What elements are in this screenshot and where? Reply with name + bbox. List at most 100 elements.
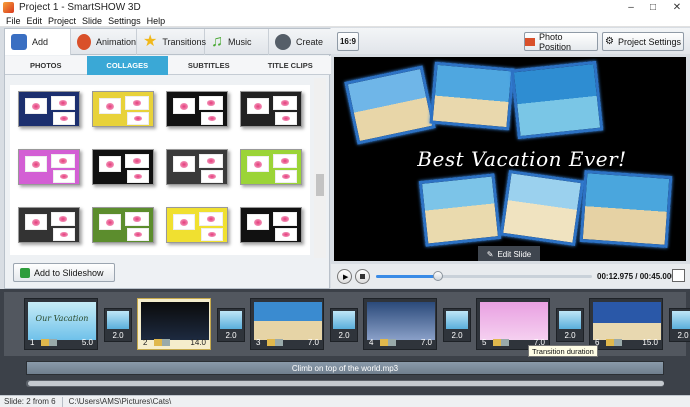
app-icon	[3, 2, 14, 13]
collage-photo-placeholder	[201, 170, 223, 183]
slide-counter: Slide: 2 from 6	[4, 397, 56, 406]
playback-knob[interactable]	[433, 271, 444, 281]
tab-transitions[interactable]: ★ Transitions	[137, 29, 207, 55]
subtab-subtitles[interactable]: SUBTITLES	[168, 56, 250, 75]
transition-slot[interactable]: 2.0	[443, 308, 471, 342]
transition-duration[interactable]: 2.0	[331, 331, 357, 340]
tab-animation[interactable]: Animation	[71, 29, 137, 55]
slide-duration[interactable]: 14.0	[190, 338, 206, 347]
collage-photo-placeholder	[127, 112, 149, 125]
menu-settings[interactable]: Settings	[108, 16, 141, 26]
slide-duration[interactable]: 7.0	[421, 338, 432, 347]
slide-number: 4	[369, 338, 374, 347]
collage-thumbnail[interactable]	[240, 207, 302, 243]
photo-position-button[interactable]: Photo Position	[524, 31, 598, 52]
preview-photo-3	[510, 60, 604, 140]
slide-duration[interactable]: 15.0	[642, 338, 658, 347]
time-readout: 00:12.975 / 00:45.000	[597, 272, 676, 281]
add-to-slideshow-button[interactable]: Add to Slideshow	[13, 263, 115, 282]
menu-slide[interactable]: Slide	[82, 16, 102, 26]
collage-thumbnail[interactable]	[240, 91, 302, 127]
slide-preview[interactable]: Best Vacation Ever! ✎ Edit Slide	[334, 57, 686, 261]
transition-thumbnail	[672, 311, 690, 329]
slide-tools-icon[interactable]	[380, 339, 396, 346]
aspect-ratio-button[interactable]: 16:9	[337, 32, 359, 51]
transition-slot[interactable]: 2.0	[669, 308, 690, 342]
subtab-photos[interactable]: PHOTOS	[5, 56, 87, 75]
transition-slot[interactable]: 2.0	[104, 308, 132, 342]
tab-transitions-label: Transitions	[162, 37, 207, 47]
menu-edit[interactable]: Edit	[27, 16, 43, 26]
transition-duration[interactable]: 2.0	[444, 331, 470, 340]
timeline-slide[interactable]: 4 7.0	[363, 298, 437, 350]
subtab-title-clips[interactable]: TITLE CLIPS	[250, 56, 332, 75]
status-bar: Slide: 2 from 6 C:\Users\AMS\Pictures\Ca…	[0, 395, 690, 407]
timeline-slide[interactable]: 2 14.0	[137, 298, 211, 350]
preview-toolbar: 16:9 Photo Position ⚙ Project Settings	[331, 28, 690, 54]
playback-track[interactable]	[376, 271, 592, 281]
audio-track[interactable]: Climb on top of the world.mp3	[26, 361, 664, 375]
timeline-slide[interactable]: 3 7.0	[250, 298, 324, 350]
maximize-button[interactable]: □	[642, 0, 664, 15]
collage-thumbnail[interactable]	[166, 207, 228, 243]
slide-tools-icon[interactable]	[267, 339, 283, 346]
timeline-scrollbar[interactable]	[26, 380, 664, 387]
close-button[interactable]: ✕	[664, 0, 690, 15]
slide-thumbnail: Our Vacation	[28, 302, 96, 340]
star-icon: ★	[143, 33, 158, 50]
tab-music[interactable]: ♫ Music	[205, 29, 269, 55]
transition-duration[interactable]: 2.0	[218, 331, 244, 340]
minimize-button[interactable]: –	[620, 0, 642, 15]
collage-photo-placeholder	[99, 214, 121, 230]
collage-photo-placeholder	[199, 96, 223, 110]
transition-slot[interactable]: 2.0	[217, 308, 245, 342]
slide-number: 1	[30, 338, 35, 347]
transition-slot[interactable]: 2.0	[556, 308, 584, 342]
slide-tools-icon[interactable]	[606, 339, 622, 346]
slide-thumbnail	[593, 302, 661, 340]
transition-slot[interactable]: 2.0	[330, 308, 358, 342]
slide-tools-icon[interactable]	[154, 339, 170, 346]
slide-duration[interactable]: 7.0	[308, 338, 319, 347]
photo-position-label: Photo Position	[539, 31, 572, 52]
transition-duration[interactable]: 2.0	[670, 331, 690, 340]
subtab-collages[interactable]: COLLAGES	[86, 56, 168, 75]
add-photo-icon	[11, 34, 27, 50]
project-settings-button[interactable]: ⚙ Project Settings	[602, 32, 684, 51]
stop-button[interactable]	[355, 269, 370, 284]
menu-project[interactable]: Project	[48, 16, 76, 26]
slide-tools-icon[interactable]	[493, 339, 509, 346]
tab-animation-label: Animation	[95, 37, 136, 47]
timeline-scroll-thumb[interactable]	[28, 381, 664, 386]
menu-help[interactable]: Help	[147, 16, 166, 26]
tab-create[interactable]: Create	[269, 29, 331, 55]
slide-duration[interactable]: 5.0	[82, 338, 93, 347]
edit-slide-button[interactable]: ✎ Edit Slide	[478, 246, 540, 261]
collage-thumbnail[interactable]	[240, 149, 302, 185]
slide-tools-icon[interactable]	[41, 339, 57, 346]
collage-thumbnail[interactable]	[92, 149, 154, 185]
collage-thumbnail[interactable]	[166, 149, 228, 185]
menu-file[interactable]: File	[6, 16, 21, 26]
timeline-slide[interactable]: 5 7.0	[476, 298, 550, 350]
collage-thumbnail[interactable]	[18, 149, 80, 185]
collage-thumbnail[interactable]	[166, 91, 228, 127]
timeline-slide[interactable]: Our Vacation 1 5.0	[24, 298, 98, 350]
collage-thumbnail[interactable]	[18, 207, 80, 243]
collage-photo-placeholder	[25, 156, 47, 172]
collage-photo-placeholder	[51, 212, 75, 226]
playback-progress	[376, 275, 439, 278]
collage-thumbnail[interactable]	[92, 207, 154, 243]
sub-tabs: PHOTOS COLLAGES SUBTITLES TITLE CLIPS	[5, 56, 331, 75]
play-button[interactable]: ▶	[337, 269, 352, 284]
timeline-slide[interactable]: 6 15.0	[589, 298, 663, 350]
transition-duration[interactable]: 2.0	[557, 331, 583, 340]
scrollbar-thumb[interactable]	[316, 174, 324, 196]
library-panel: Add Animation ★ Transitions ♫ Music Crea…	[4, 28, 331, 289]
collage-thumbnail[interactable]	[92, 91, 154, 127]
collage-thumbnail[interactable]	[18, 91, 80, 127]
collage-scrollbar[interactable]	[314, 78, 326, 258]
fullscreen-button[interactable]	[672, 269, 685, 282]
transition-duration[interactable]: 2.0	[105, 331, 131, 340]
tab-add[interactable]: Add	[5, 29, 71, 55]
